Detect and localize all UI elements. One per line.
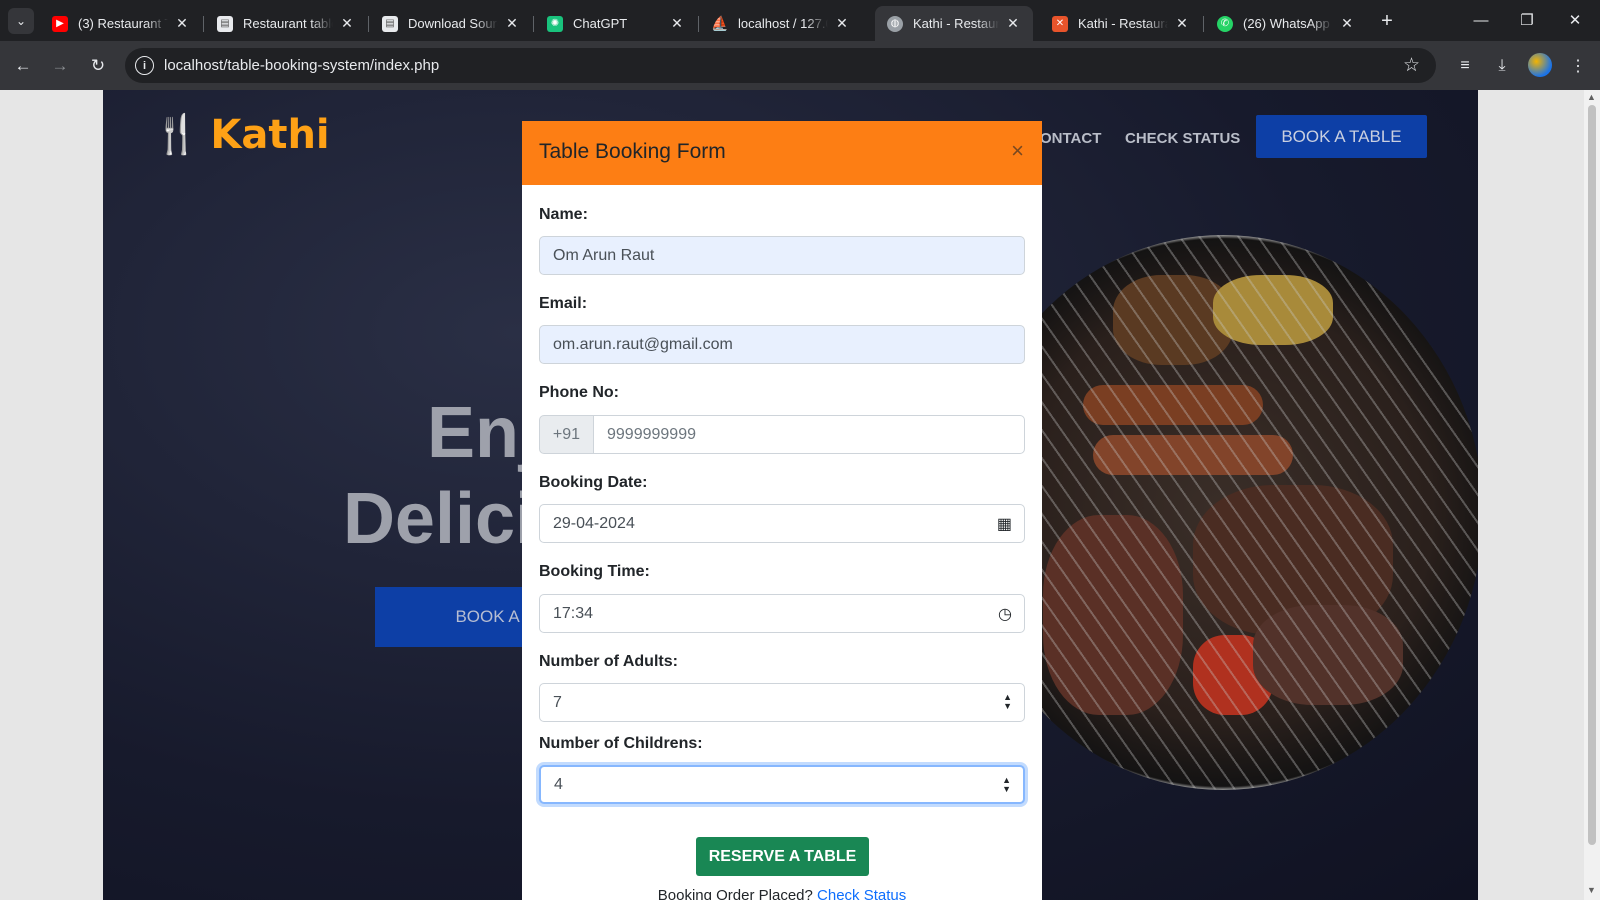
close-icon[interactable]: ✕ [504, 15, 520, 32]
site-logo[interactable]: 🍴 Kathi [153, 112, 330, 158]
footer-text: Booking Order Placed? [657, 887, 813, 900]
youtube-icon: ▶ [52, 15, 68, 32]
forward-button[interactable]: → [47, 53, 73, 79]
page-icon: ▤ [382, 15, 398, 32]
booking-time-input[interactable]: 17:34 ◷ [539, 594, 1025, 633]
phone-country-code: +91 [539, 415, 594, 454]
email-input[interactable]: om.arun.raut@gmail.com [539, 325, 1025, 364]
email-label: Email: [539, 295, 588, 312]
phone-label: Phone No: [539, 384, 619, 401]
page-viewport: 🍴 Kathi ONTACT CHECK STATUS BOOK A TABLE… [0, 90, 1600, 900]
scroll-down-arrow[interactable]: ▼ [1587, 885, 1596, 895]
nav-contact-link[interactable]: ONTACT [1040, 130, 1101, 147]
restore-button[interactable]: ❐ [1512, 8, 1542, 32]
close-icon[interactable]: ✕ [174, 15, 190, 32]
booking-date-input[interactable]: 29-04-2024 ▦ [539, 504, 1025, 543]
browser-tab-strip: ⌄ ▶ (3) Restaurant Ta ✕ ▤ Restaurant tab… [0, 0, 1600, 41]
close-icon[interactable]: ✕ [834, 15, 850, 32]
more-menu-icon[interactable]: ⋮ [1565, 53, 1591, 79]
tab-title: Download Sourc [408, 16, 498, 31]
children-label: Number of Childrens: [539, 735, 703, 752]
browser-tab[interactable]: ⛵ localhost / 127.0 ✕ [700, 6, 862, 41]
close-icon[interactable]: ✕ [1174, 15, 1190, 32]
download-icon[interactable]: ⤓ [1489, 53, 1515, 79]
bookmark-star-icon[interactable]: ☆ [1403, 54, 1420, 77]
close-icon[interactable]: × [1011, 138, 1024, 164]
template-icon: ✕ [1052, 15, 1068, 32]
tab-title: localhost / 127.0 [738, 16, 828, 31]
page-scrollbar[interactable]: ▲ ▼ [1584, 90, 1600, 900]
tab-separator [1203, 16, 1204, 32]
tab-title: ChatGPT [573, 16, 628, 31]
browser-tab[interactable]: ✕ Kathi - Restaurar ✕ [1040, 6, 1202, 41]
new-tab-button[interactable]: + [1376, 10, 1398, 32]
tab-separator [368, 16, 369, 32]
utensils-icon: 🍴 [153, 114, 201, 156]
close-icon[interactable]: ✕ [1005, 15, 1021, 32]
header-book-table-button[interactable]: BOOK A TABLE [1256, 115, 1427, 158]
tab-separator [203, 16, 204, 32]
clock-icon[interactable]: ◷ [998, 604, 1012, 624]
tab-title: Restaurant table [243, 16, 333, 31]
address-bar[interactable]: i localhost/table-booking-system/index.p… [125, 48, 1436, 83]
select-arrows-icon: ▲ ▼ [1003, 692, 1012, 711]
close-icon[interactable]: ✕ [1339, 15, 1355, 32]
site-info-icon[interactable]: i [135, 56, 154, 75]
address-url[interactable]: localhost/table-booking-system/index.php [164, 57, 439, 74]
reload-button[interactable]: ↻ [85, 53, 111, 79]
browser-tab[interactable]: ▶ (3) Restaurant Ta ✕ [40, 6, 202, 41]
adults-value: 7 [553, 693, 562, 711]
browser-tab[interactable]: ✆ (26) WhatsApp ✕ [1205, 6, 1367, 41]
chatgpt-icon: ✺ [547, 15, 563, 32]
browser-tab[interactable]: ▤ Download Sourc ✕ [370, 6, 532, 41]
booking-time-value: 17:34 [553, 604, 594, 622]
tab-title: Kathi - Restaurar [1078, 16, 1168, 31]
browser-toolbar: ← → ↻ i localhost/table-booking-system/i… [0, 41, 1600, 90]
children-value: 4 [554, 775, 563, 793]
adults-select[interactable]: 7 ▲ ▼ [539, 683, 1025, 722]
adults-label: Number of Adults: [539, 653, 678, 670]
browser-tab-active[interactable]: ◍ Kathi - Restaurar ✕ [875, 6, 1033, 41]
globe-icon: ◍ [887, 15, 903, 32]
tab-search-button[interactable]: ⌄ [8, 8, 34, 34]
tab-title: (26) WhatsApp [1243, 16, 1330, 31]
tab-title: (3) Restaurant Ta [78, 16, 168, 31]
browser-tab[interactable]: ▤ Restaurant table ✕ [205, 6, 367, 41]
scroll-up-arrow[interactable]: ▲ [1587, 92, 1596, 102]
table-booking-modal: Table Booking Form × Name: Om Arun Raut … [522, 121, 1042, 900]
close-icon[interactable]: ✕ [669, 15, 685, 32]
modal-title: Table Booking Form [539, 140, 726, 163]
phone-input[interactable]: 9999999999 [593, 415, 1025, 454]
booking-footer-note: Booking Order Placed? Check Status [522, 887, 1042, 900]
name-label: Name: [539, 206, 588, 223]
modal-header: Table Booking Form × [522, 121, 1042, 185]
children-select[interactable]: 4 ▲ ▼ [539, 765, 1025, 804]
whatsapp-icon: ✆ [1217, 15, 1233, 32]
name-input[interactable]: Om Arun Raut [539, 236, 1025, 275]
select-arrows-icon: ▲ ▼ [1002, 775, 1011, 794]
phpmyadmin-icon: ⛵ [711, 15, 729, 31]
booking-date-value: 29-04-2024 [553, 514, 635, 532]
nav-check-status-link[interactable]: CHECK STATUS [1125, 130, 1240, 147]
tab-title: Kathi - Restaurar [913, 16, 999, 31]
brand-name: Kathi [210, 112, 330, 158]
tab-separator [533, 16, 534, 32]
close-icon[interactable]: ✕ [339, 15, 355, 32]
booking-time-label: Booking Time: [539, 563, 650, 580]
back-button[interactable]: ← [10, 53, 36, 79]
reserve-table-button[interactable]: RESERVE A TABLE [696, 837, 869, 876]
browser-tab[interactable]: ✺ ChatGPT ✕ [535, 6, 697, 41]
reading-list-icon[interactable]: ≡ [1452, 53, 1478, 79]
profile-avatar[interactable] [1528, 53, 1552, 77]
close-window-button[interactable]: ✕ [1560, 8, 1590, 32]
check-status-link[interactable]: Check Status [817, 887, 906, 900]
calendar-icon[interactable]: ▦ [997, 514, 1012, 534]
tab-separator [698, 16, 699, 32]
minimize-button[interactable]: — [1466, 8, 1496, 32]
page-icon: ▤ [217, 15, 233, 32]
booking-date-label: Booking Date: [539, 474, 648, 491]
scroll-thumb[interactable] [1588, 105, 1596, 845]
